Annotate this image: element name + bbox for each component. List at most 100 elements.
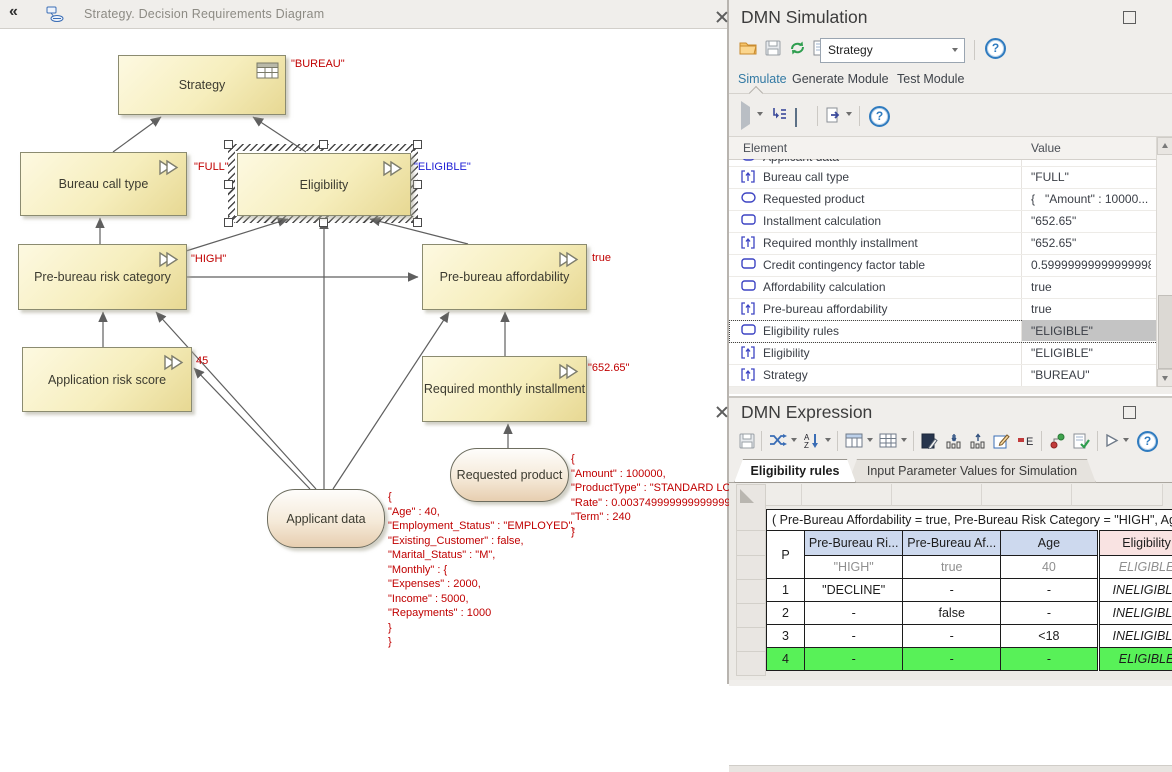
- stop-icon[interactable]: [795, 109, 797, 127]
- grid-row-header[interactable]: [736, 628, 766, 652]
- remove-clause-icon[interactable]: E: [1017, 433, 1035, 448]
- help-icon[interactable]: [985, 38, 1006, 59]
- input-column-header[interactable]: Pre-Bureau Ri...: [804, 531, 902, 556]
- list-row-selected[interactable]: Eligibility rules "ELIGIBLE": [729, 320, 1156, 343]
- save-icon[interactable]: [739, 433, 755, 449]
- diagram-canvas[interactable]: « Strategy. Decision Requirements Diagra…: [0, 0, 729, 684]
- node-applicant-data[interactable]: Applicant data: [267, 489, 385, 548]
- node-strategy[interactable]: Strategy: [118, 55, 286, 115]
- chevron-down-icon[interactable]: [867, 438, 873, 442]
- grid-row-header[interactable]: [736, 652, 766, 676]
- tab-eligibility-rules[interactable]: Eligibility rules: [734, 459, 856, 483]
- table-header-icon[interactable]: [845, 433, 863, 448]
- save-icon[interactable]: [765, 40, 781, 56]
- table-grid-icon[interactable]: [879, 433, 897, 448]
- column-element[interactable]: Element: [743, 141, 787, 155]
- chevron-down-icon[interactable]: [901, 438, 907, 442]
- rule-number[interactable]: 3: [767, 625, 805, 648]
- scroll-up-icon[interactable]: [1157, 137, 1172, 155]
- grid-row-header[interactable]: [736, 580, 766, 604]
- matched-rule-row[interactable]: 4 - - - ELIGIBLE: [767, 648, 1172, 671]
- run-simulation-icon[interactable]: [741, 107, 750, 125]
- rule-output-cell[interactable]: INELIGIBLE: [1098, 625, 1172, 648]
- grid-corner-cell[interactable]: [736, 484, 766, 507]
- add-output-column-icon[interactable]: [969, 433, 986, 449]
- rule-cell[interactable]: <18: [1001, 625, 1099, 648]
- grid-row-header[interactable]: [736, 531, 766, 556]
- node-pre-bureau-affordability[interactable]: Pre-bureau affordability: [422, 244, 587, 310]
- export-options-chevron-icon[interactable]: [846, 112, 852, 116]
- list-row[interactable]: Eligibility "ELIGIBLE": [729, 342, 1156, 365]
- grid-row-header[interactable]: [736, 505, 766, 531]
- node-eligibility[interactable]: Eligibility: [237, 153, 411, 216]
- scroll-down-icon[interactable]: [1157, 369, 1172, 387]
- list-row[interactable]: Affordability calculation true: [729, 276, 1156, 299]
- merge-rules-icon[interactable]: [1049, 433, 1067, 449]
- hit-policy-cell[interactable]: P: [767, 531, 805, 579]
- column-value[interactable]: Value: [1031, 141, 1061, 155]
- rule-cell[interactable]: -: [903, 648, 1001, 671]
- help-icon[interactable]: [1137, 431, 1158, 452]
- rule-number[interactable]: 1: [767, 579, 805, 602]
- tab-test-module[interactable]: Test Module: [897, 72, 964, 86]
- rule-number[interactable]: 2: [767, 602, 805, 625]
- list-row[interactable]: Requested product { "Amount" : 10000...: [729, 188, 1156, 211]
- refresh-icon[interactable]: [789, 40, 806, 56]
- list-row[interactable]: Strategy "BUREAU": [729, 364, 1156, 387]
- chevron-down-icon[interactable]: [825, 438, 831, 442]
- list-row[interactable]: Required monthly installment "652.65": [729, 232, 1156, 255]
- rule-cell[interactable]: -: [1001, 648, 1099, 671]
- tab-simulate[interactable]: Simulate: [738, 72, 787, 86]
- output-column-header[interactable]: Eligibility: [1098, 531, 1172, 556]
- restore-icon[interactable]: [1123, 11, 1136, 24]
- rule-annotation-cell[interactable]: ( Pre-Bureau Affordability = true, Pre-B…: [767, 510, 1172, 531]
- rule-cell[interactable]: -: [804, 625, 902, 648]
- rule-output-cell[interactable]: INELIGIBLE: [1098, 579, 1172, 602]
- list-row[interactable]: Pre-bureau affordability true: [729, 298, 1156, 321]
- list-row[interactable]: Installment calculation "652.65": [729, 210, 1156, 233]
- tab-input-parameter-values[interactable]: Input Parameter Values for Simulation: [848, 459, 1096, 483]
- export-module-icon[interactable]: [825, 107, 841, 123]
- rule-number[interactable]: 4: [767, 648, 805, 671]
- grid-row-header[interactable]: [736, 556, 766, 580]
- scrollbar-thumb[interactable]: [1158, 295, 1172, 369]
- edit-rule-icon[interactable]: [921, 433, 938, 449]
- step-into-icon[interactable]: [771, 107, 787, 121]
- tab-generate-module[interactable]: Generate Module: [792, 72, 889, 86]
- decision-select[interactable]: Strategy: [820, 38, 965, 63]
- node-required-monthly-installment[interactable]: Required monthly installment: [422, 356, 587, 422]
- rule-cell[interactable]: "DECLINE": [804, 579, 902, 602]
- sort-az-icon[interactable]: AZ: [803, 433, 821, 449]
- list-row[interactable]: Bureau call type "FULL": [729, 166, 1156, 189]
- rule-cell[interactable]: -: [903, 625, 1001, 648]
- add-input-column-icon[interactable]: [945, 433, 962, 449]
- node-bureau-call-type[interactable]: Bureau call type: [20, 152, 187, 216]
- restore-icon[interactable]: [1123, 406, 1136, 419]
- rule-cell[interactable]: -: [804, 602, 902, 625]
- sim-input-value[interactable]: "HIGH": [804, 556, 902, 579]
- vertical-scrollbar[interactable]: [1156, 137, 1172, 387]
- grid-empty-cell[interactable]: [766, 484, 802, 506]
- rule-cell[interactable]: -: [903, 579, 1001, 602]
- horizontal-scrollbar[interactable]: [729, 765, 1172, 772]
- sim-input-value[interactable]: 40: [1001, 556, 1099, 579]
- rule-output-cell[interactable]: INELIGIBLE: [1098, 602, 1172, 625]
- sim-output-value[interactable]: ELIGIBLE: [1098, 556, 1172, 579]
- node-pre-bureau-risk-category[interactable]: Pre-bureau risk category: [18, 244, 187, 310]
- shuffle-icon[interactable]: [769, 433, 787, 447]
- run-options-chevron-icon[interactable]: [757, 112, 763, 116]
- rule-cell[interactable]: false: [903, 602, 1001, 625]
- edit-cell-icon[interactable]: [993, 433, 1010, 449]
- rule-cell[interactable]: -: [1001, 602, 1099, 625]
- grid-empty-cell[interactable]: [982, 484, 1072, 506]
- input-column-header[interactable]: Pre-Bureau Af...: [903, 531, 1001, 556]
- sim-input-value[interactable]: true: [903, 556, 1001, 579]
- chevron-down-icon[interactable]: [1123, 438, 1129, 442]
- grid-empty-cell[interactable]: [802, 484, 892, 506]
- chevron-down-icon[interactable]: [791, 438, 797, 442]
- input-column-header[interactable]: Age: [1001, 531, 1099, 556]
- grid-empty-cell[interactable]: [892, 484, 982, 506]
- node-application-risk-score[interactable]: Application risk score: [22, 347, 192, 412]
- grid-empty-cell[interactable]: [1072, 484, 1163, 506]
- list-row[interactable]: Credit contingency factor table 0.599999…: [729, 254, 1156, 277]
